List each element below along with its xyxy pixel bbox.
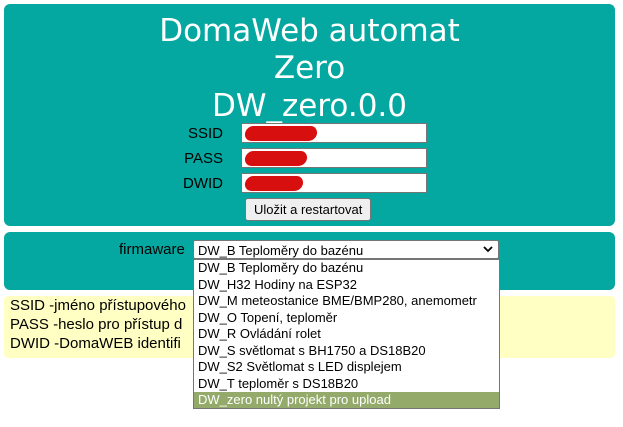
page-title: DomaWeb automat xyxy=(159,13,460,49)
help-pass-text: PASS -heslo pro přístup d xyxy=(10,316,183,333)
dwid-label: DWID xyxy=(183,175,223,192)
dropdown-option[interactable]: DW_R Ovládání rolet xyxy=(194,326,499,343)
save-restart-button[interactable]: Uložit a restartovat xyxy=(245,198,372,221)
pass-input[interactable] xyxy=(241,148,427,168)
firmware-select-value: DW_B Teploměry do bazénu xyxy=(198,243,364,258)
redaction-mark xyxy=(243,176,305,191)
dropdown-option[interactable]: DW_O Topení, teploměr xyxy=(194,310,499,327)
ssid-row: SSID xyxy=(4,123,615,145)
dropdown-option[interactable]: DW_S2 Světlomat s LED displejem xyxy=(194,359,499,376)
redaction-mark xyxy=(243,151,309,166)
ssid-input[interactable] xyxy=(241,123,427,143)
dwid-input[interactable] xyxy=(241,173,427,193)
help-ssid-text: SSID -jméno přístupového xyxy=(10,297,186,314)
firmware-dropdown-list[interactable]: DW_B Teploměry do bazénu DW_H32 Hodiny n… xyxy=(193,259,500,409)
page-subtitle: Zero xyxy=(273,50,346,86)
pass-label: PASS xyxy=(184,150,223,167)
dropdown-option[interactable]: DW_T teploměr s DS18B20 xyxy=(194,376,499,393)
dropdown-option[interactable]: DW_zero nultý projekt pro upload xyxy=(194,392,499,408)
page-root: DomaWeb automat Zero DW_zero.0.0 SSID PA… xyxy=(0,0,623,427)
dwid-row: DWID xyxy=(4,173,615,195)
config-panel: DomaWeb automat Zero DW_zero.0.0 SSID PA… xyxy=(4,4,615,226)
pass-row: PASS xyxy=(4,148,615,170)
chevron-down-icon xyxy=(483,246,493,253)
help-dwid-text: DWID -DomaWEB identifi xyxy=(10,335,181,352)
dropdown-option[interactable]: DW_B Teploměry do bazénu xyxy=(194,260,499,277)
dropdown-option[interactable]: DW_S světlomat s BH1750 a DS18B20 xyxy=(194,343,499,360)
redaction-mark xyxy=(243,126,319,141)
firmware-select[interactable]: DW_B Teploměry do bazénu xyxy=(193,240,499,259)
dropdown-option[interactable]: DW_M meteostanice BME/BMP280, anemometr xyxy=(194,293,499,310)
version-title: DW_zero.0.0 xyxy=(211,88,407,124)
dropdown-option[interactable]: DW_H32 Hodiny na ESP32 xyxy=(194,277,499,294)
firmware-label: firmaware xyxy=(119,241,185,258)
ssid-label: SSID xyxy=(187,125,223,142)
